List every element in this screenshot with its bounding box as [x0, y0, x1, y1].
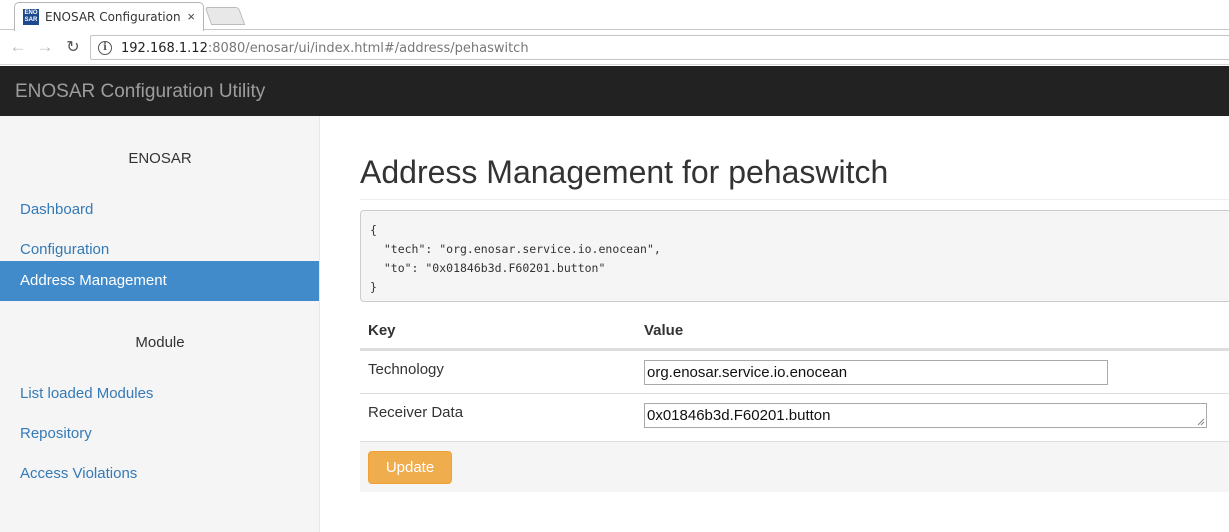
back-arrow-icon[interactable]: ← — [8, 37, 28, 57]
url-input[interactable]: i 192.168.1.12:8080/enosar/ui/index.html… — [90, 35, 1229, 60]
forward-arrow-icon[interactable]: → — [35, 37, 55, 57]
sidebar-item-address-management[interactable]: Address Management — [0, 261, 319, 301]
brand-link[interactable]: ENOSAR Configuration Utility — [15, 81, 265, 103]
sidebar-item-dashboard[interactable]: Dashboard — [0, 190, 319, 230]
sidebar-section-module: Module — [135, 334, 185, 351]
table-row-receiver-data: Receiver Data 0x01846b3d.F60201.button — [360, 393, 1229, 441]
url-host: 192.168.1.12 — [121, 41, 208, 56]
sidebar-item-list-loaded-modules[interactable]: List loaded Modules — [0, 374, 319, 414]
sidebar-section-enosar: ENOSAR — [128, 150, 192, 167]
info-icon[interactable]: i — [98, 41, 112, 55]
column-header-value: Value — [644, 322, 684, 339]
browser-toolbar: ← → ↻ i 192.168.1.12:8080/enosar/ui/inde… — [0, 31, 1229, 65]
table-header: Key Value — [360, 314, 1229, 350]
new-tab-button[interactable] — [204, 7, 246, 25]
update-button[interactable]: Update — [368, 451, 452, 484]
app-navbar: ENOSAR Configuration Utility — [0, 66, 1229, 116]
column-header-key: Key — [368, 322, 396, 339]
technology-input[interactable]: org.enosar.service.io.enocean — [644, 360, 1108, 385]
table-footer-row: Update — [360, 441, 1229, 492]
title-divider — [360, 199, 1229, 200]
sidebar-item-repository[interactable]: Repository — [0, 414, 319, 454]
row-key-receiver-data: Receiver Data — [368, 404, 464, 421]
tab-title: ENOSAR Configuration Utility — [45, 10, 181, 24]
row-key-technology: Technology — [368, 361, 444, 378]
url-text: 192.168.1.12:8080/enosar/ui/index.html#/… — [121, 41, 529, 56]
app-favicon-icon: ENO SAR — [23, 9, 39, 25]
browser-tab[interactable]: ENO SAR ENOSAR Configuration Utility × — [14, 2, 204, 31]
sidebar-item-access-violations[interactable]: Access Violations — [0, 454, 319, 494]
close-icon[interactable]: × — [187, 9, 195, 24]
table-row-technology: Technology org.enosar.service.io.enocean — [360, 350, 1229, 393]
reload-icon[interactable]: ↻ — [63, 37, 83, 57]
browser-tabstrip: ENO SAR ENOSAR Configuration Utility × — [0, 0, 1229, 31]
receiver-data-textarea[interactable]: 0x01846b3d.F60201.button — [644, 403, 1207, 428]
sidebar: ENOSAR Dashboard Configuration Address M… — [0, 116, 320, 532]
json-preview: { "tech": "org.enosar.service.io.enocean… — [360, 210, 1229, 302]
page-title: Address Management for pehaswitch — [360, 154, 889, 190]
resize-grip-icon[interactable] — [1197, 418, 1205, 426]
receiver-data-value: 0x01846b3d.F60201.button — [647, 407, 831, 424]
url-path: :8080/enosar/ui/index.html#/address/peha… — [207, 41, 529, 56]
